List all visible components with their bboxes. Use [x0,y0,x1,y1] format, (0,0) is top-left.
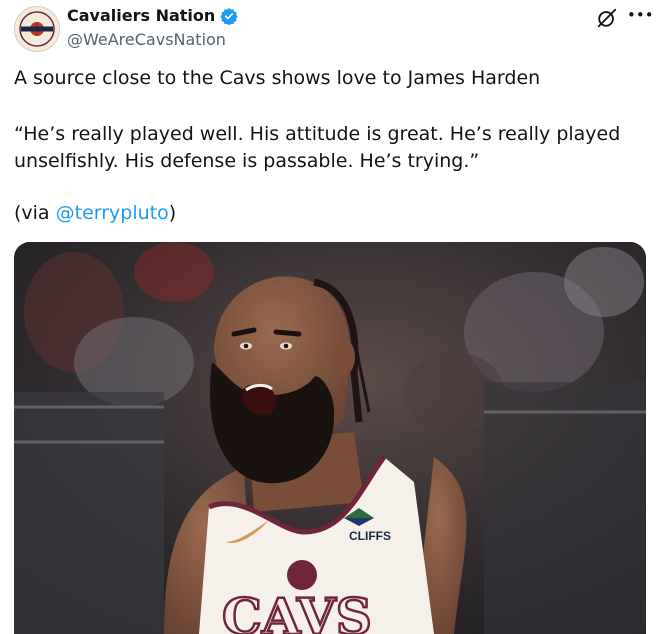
verified-badge-icon [220,7,238,25]
author-handle[interactable]: @WeAreCavsNation [67,30,226,49]
player-photo: CLIFFS CAVS [14,242,646,634]
avatar-logo [16,8,58,50]
jersey-sponsor-text: CLIFFS [349,529,391,543]
tweet-line-1: A source close to the Cavs shows love to… [14,67,541,89]
more-options-icon[interactable]: ••• [627,8,654,25]
grok-icon[interactable] [596,7,618,29]
mention-link[interactable]: @terrypluto [56,202,169,224]
avatar[interactable] [14,6,60,52]
tweet-via: (via @terrypluto) [14,202,176,224]
jersey-text: CAVS [222,587,372,634]
author-name[interactable]: Cavaliers Nation [67,6,215,25]
tweet-media-image[interactable]: CLIFFS CAVS [14,242,646,634]
via-prefix: (via [14,202,56,224]
via-suffix: ) [168,202,177,224]
tweet-quote: “He’s really played well. His attitude i… [14,123,621,172]
